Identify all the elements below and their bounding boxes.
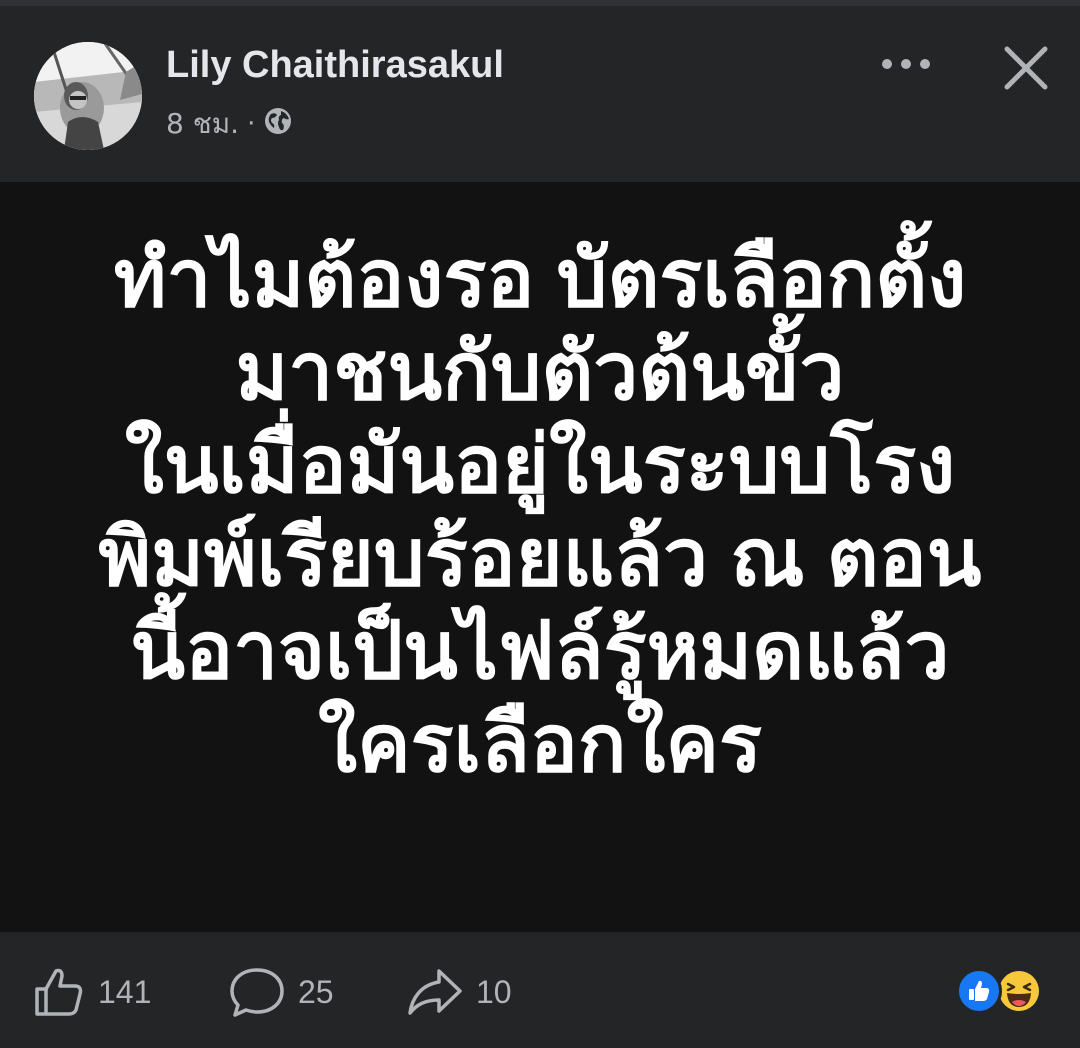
more-options-button[interactable] bbox=[876, 44, 936, 84]
meta-separator: · bbox=[247, 109, 256, 139]
post-text-line: นี้อาจเป็นไฟล์รู้หมดแล้ว bbox=[130, 606, 950, 695]
more-horizontal-icon bbox=[882, 59, 930, 69]
post-footer: 141 25 10 bbox=[0, 932, 1080, 1048]
post-time[interactable]: 8 ชม. bbox=[166, 102, 239, 146]
comment-button[interactable]: 25 bbox=[228, 962, 334, 1022]
post-text: ทำไมต้องรอ บัตรเลือกตั้ง มาชนกับตัวต้นขั… bbox=[0, 232, 1080, 790]
like-reaction-icon bbox=[956, 968, 1002, 1014]
close-button[interactable] bbox=[996, 38, 1056, 98]
close-icon bbox=[1004, 46, 1048, 90]
avatar[interactable] bbox=[34, 42, 142, 150]
haha-reaction-icon bbox=[996, 968, 1042, 1014]
post-meta: 8 ชม. · bbox=[166, 104, 293, 144]
author-name[interactable]: Lily Chaithirasakul bbox=[166, 44, 504, 87]
like-button[interactable]: 141 bbox=[32, 962, 151, 1022]
comment-icon bbox=[230, 968, 284, 1017]
comment-count: 25 bbox=[298, 973, 334, 1010]
thumbs-up-icon bbox=[35, 968, 83, 1016]
like-count: 141 bbox=[98, 973, 152, 1010]
post-text-line: ใครเลือกใคร bbox=[318, 699, 762, 788]
globe-icon[interactable] bbox=[263, 106, 293, 143]
share-button[interactable]: 10 bbox=[406, 962, 512, 1022]
post-text-background: ทำไมต้องรอ บัตรเลือกตั้ง มาชนกับตัวต้นขั… bbox=[0, 182, 1080, 932]
share-count: 10 bbox=[476, 973, 512, 1010]
post-text-line: ในเมื่อมันอยู่ในระบบโรง bbox=[124, 420, 956, 509]
share-arrow-icon bbox=[408, 969, 462, 1015]
post-text-line: พิมพ์เรียบร้อยแล้ว ณ ตอน bbox=[98, 513, 982, 602]
post-header: Lily Chaithirasakul 8 ชม. · bbox=[0, 6, 1080, 182]
post-text-line: มาชนกับตัวต้นขั้ว bbox=[235, 327, 845, 416]
reactions-summary[interactable] bbox=[956, 968, 1052, 1016]
post-text-line: ทำไมต้องรอ บัตรเลือกตั้ง bbox=[113, 234, 967, 323]
